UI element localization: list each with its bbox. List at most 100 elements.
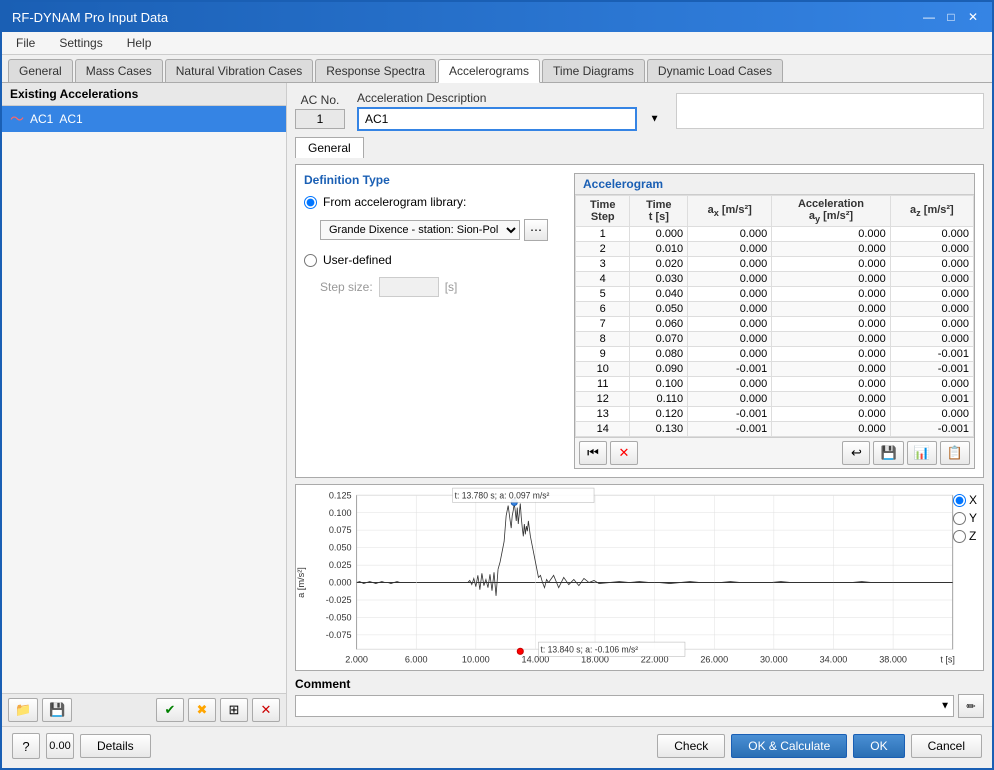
- table-save-button[interactable]: 💾: [873, 441, 903, 465]
- cancel-button[interactable]: Cancel: [911, 734, 982, 758]
- table-cell: 12: [576, 392, 630, 407]
- list-item-ac1[interactable]: 〜 AC1 AC1: [2, 106, 286, 132]
- menu-file[interactable]: File: [10, 34, 41, 52]
- accel-table-title: Accelerogram: [575, 174, 974, 195]
- help-button[interactable]: ?: [12, 733, 40, 759]
- table-cell: 0.000: [688, 317, 772, 332]
- table-cell: 8: [576, 332, 630, 347]
- table-cell: 13: [576, 407, 630, 422]
- table-row[interactable]: 100.090-0.0010.000-0.001: [576, 362, 974, 377]
- svg-text:0.050: 0.050: [329, 543, 352, 553]
- radio-library[interactable]: [304, 196, 317, 209]
- tab-response-spectra[interactable]: Response Spectra: [315, 59, 436, 82]
- table-cell: 0.000: [772, 242, 891, 257]
- table-cell: 0.000: [890, 257, 973, 272]
- radio-user-row: User-defined: [304, 253, 564, 267]
- table-row[interactable]: 70.0600.0000.0000.000: [576, 317, 974, 332]
- table-cell: 0.000: [772, 257, 891, 272]
- table-row[interactable]: 120.1100.0000.0000.001: [576, 392, 974, 407]
- check-cancel-button[interactable]: ✖: [188, 698, 216, 722]
- table-export-button[interactable]: 📊: [907, 441, 937, 465]
- grid-button[interactable]: ⊞: [220, 698, 248, 722]
- svg-text:34.000: 34.000: [820, 655, 848, 665]
- table-cell: 0.000: [688, 332, 772, 347]
- ok-button[interactable]: OK: [853, 734, 904, 758]
- check-button[interactable]: Check: [657, 734, 725, 758]
- delete-button[interactable]: ✕: [252, 698, 280, 722]
- tab-accelerograms[interactable]: Accelerograms: [438, 59, 540, 83]
- details-button[interactable]: Details: [80, 734, 151, 758]
- library-select-row: Grande Dixence - station: Sion-Police Ca…: [320, 219, 564, 241]
- radio-library-label: From accelerogram library:: [323, 195, 466, 209]
- table-row[interactable]: 90.0800.0000.000-0.001: [576, 347, 974, 362]
- minimize-button[interactable]: —: [920, 8, 938, 26]
- accelerogram-table-panel: Accelerogram TimeStep Timet [s] ax [m/s²…: [574, 173, 975, 469]
- step-row: Step size: [s]: [320, 277, 564, 297]
- table-row[interactable]: 10.0000.0000.0000.000: [576, 227, 974, 242]
- ac-desc-select[interactable]: AC1: [357, 107, 637, 131]
- table-cell: 0.001: [890, 392, 973, 407]
- tab-dynamic-load[interactable]: Dynamic Load Cases: [647, 59, 783, 82]
- radio-user-defined[interactable]: [304, 254, 317, 267]
- svg-text:-0.050: -0.050: [326, 613, 352, 623]
- svg-text:10.000: 10.000: [462, 655, 490, 665]
- table-row[interactable]: 40.0300.0000.0000.000: [576, 272, 974, 287]
- menu-help[interactable]: Help: [121, 34, 158, 52]
- check-green-button[interactable]: ✔: [156, 698, 184, 722]
- menu-settings[interactable]: Settings: [53, 34, 108, 52]
- svg-text:38.000: 38.000: [879, 655, 907, 665]
- table-cell: 0.000: [890, 377, 973, 392]
- folder-open-button[interactable]: 📁: [8, 698, 38, 722]
- comment-edit-button[interactable]: ✏: [958, 694, 984, 718]
- maximize-button[interactable]: □: [942, 8, 960, 26]
- section-tab-general[interactable]: General: [295, 137, 364, 158]
- tab-general[interactable]: General: [8, 59, 73, 82]
- table-first-button[interactable]: ⏮: [579, 441, 607, 465]
- comment-select[interactable]: [295, 695, 954, 717]
- radio-group: From accelerogram library: Grande Dixenc…: [304, 195, 564, 297]
- table-cell: 0.000: [688, 272, 772, 287]
- table-row[interactable]: 110.1000.0000.0000.000: [576, 377, 974, 392]
- table-delete-button[interactable]: ✕: [610, 441, 638, 465]
- table-copy-button[interactable]: 📋: [940, 441, 970, 465]
- radio-x[interactable]: [953, 494, 966, 507]
- ok-calculate-button[interactable]: OK & Calculate: [731, 734, 847, 758]
- save-button[interactable]: 💾: [42, 698, 72, 722]
- table-scroll[interactable]: TimeStep Timet [s] ax [m/s²] Acceleratio…: [575, 195, 974, 437]
- table-cell: 0.000: [890, 287, 973, 302]
- table-row[interactable]: 20.0100.0000.0000.000: [576, 242, 974, 257]
- tab-natural-vibration[interactable]: Natural Vibration Cases: [165, 59, 314, 82]
- radio-x-label: X: [969, 493, 977, 507]
- table-row[interactable]: 140.130-0.0010.000-0.001: [576, 422, 974, 437]
- table-cell: 0.010: [630, 242, 688, 257]
- table-cell: 0.000: [772, 377, 891, 392]
- table-cell: 0.100: [630, 377, 688, 392]
- svg-text:26.000: 26.000: [700, 655, 728, 665]
- table-undo-button[interactable]: ↩: [842, 441, 870, 465]
- radio-z[interactable]: [953, 530, 966, 543]
- table-cell: 0.000: [890, 407, 973, 422]
- table-row[interactable]: 30.0200.0000.0000.000: [576, 257, 974, 272]
- close-button[interactable]: ✕: [964, 8, 982, 26]
- ac-no-input[interactable]: [295, 109, 345, 129]
- svg-text:0.125: 0.125: [329, 490, 352, 500]
- library-select[interactable]: Grande Dixence - station: Sion-Police Ca…: [320, 220, 520, 240]
- table-cell: 0.000: [688, 377, 772, 392]
- bottom-right: Check OK & Calculate OK Cancel: [657, 734, 982, 758]
- svg-text:0.000: 0.000: [329, 578, 352, 588]
- table-row[interactable]: 80.0700.0000.0000.000: [576, 332, 974, 347]
- info-button[interactable]: 0.00: [46, 733, 74, 759]
- svg-text:0.100: 0.100: [329, 508, 352, 518]
- table-row[interactable]: 130.120-0.0010.0000.000: [576, 407, 974, 422]
- ac-header: AC No. Acceleration Description AC1 ▼: [295, 91, 984, 131]
- tab-time-diagrams[interactable]: Time Diagrams: [542, 59, 645, 82]
- table-cell: 0.050: [630, 302, 688, 317]
- table-row[interactable]: 60.0500.0000.0000.000: [576, 302, 974, 317]
- ac-desc-label: Acceleration Description: [357, 91, 664, 105]
- tab-mass-cases[interactable]: Mass Cases: [75, 59, 163, 82]
- table-row[interactable]: 50.0400.0000.0000.000: [576, 287, 974, 302]
- table-cell: 2: [576, 242, 630, 257]
- library-browse-button[interactable]: ⋯: [524, 219, 548, 241]
- radio-y[interactable]: [953, 512, 966, 525]
- table-cell: 0.000: [688, 227, 772, 242]
